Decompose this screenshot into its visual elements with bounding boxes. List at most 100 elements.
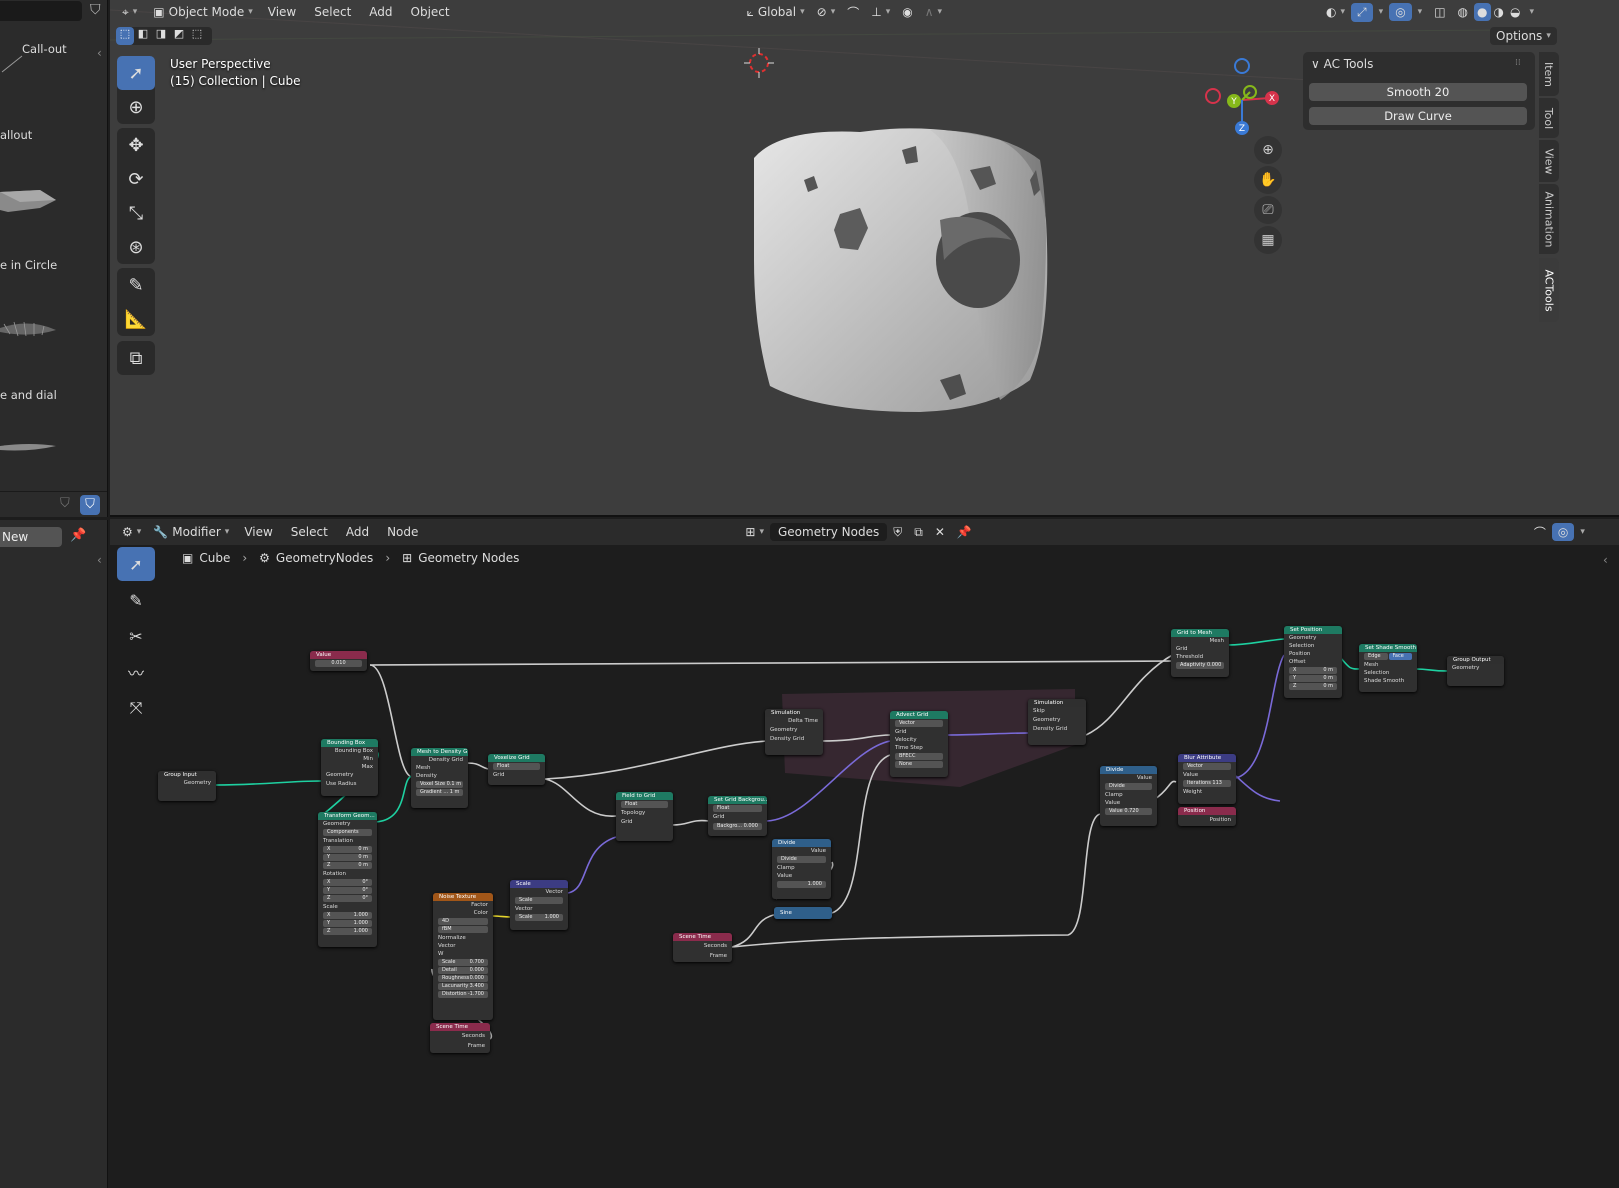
distortion-field[interactable]: Distortion -1.700	[438, 991, 488, 998]
data-type-dropdown[interactable]: Float	[493, 763, 540, 770]
gizmo-toggle[interactable]: ⤢	[1351, 2, 1373, 22]
editor-type-dropdown[interactable]: ⌖ ▾	[116, 3, 143, 22]
node-divide[interactable]: Divide Value Divide Clamp Value 1.000	[772, 839, 831, 899]
node-voxelize-grid[interactable]: Voxelize Grid Float Grid	[488, 754, 545, 785]
overlay-dropdown[interactable]: ▾	[1412, 5, 1429, 19]
node-transform-geometry[interactable]: Transform Geom... Geometry Components Tr…	[318, 812, 377, 947]
drag-handle-icon[interactable]: ⁞⁞	[1515, 58, 1521, 68]
node-mesh-to-density-grid[interactable]: Mesh to Density G... Density Grid Mesh D…	[411, 748, 468, 808]
scale-z-field[interactable]: Z 1.000	[323, 928, 372, 935]
node-sine[interactable]: Sine	[774, 907, 832, 919]
node-set-position[interactable]: Set Position Geometry Selection Position…	[1284, 626, 1342, 698]
domain-face-toggle[interactable]: Face	[1388, 653, 1412, 660]
components-dropdown[interactable]: Components	[323, 829, 372, 836]
rotation-z-field[interactable]: Z 0°	[323, 895, 372, 902]
move-tool[interactable]: ✥	[117, 128, 155, 162]
menu-object[interactable]: Object	[402, 5, 459, 19]
menu-view[interactable]: View	[259, 5, 305, 19]
asset-label[interactable]: e in Circle	[0, 258, 57, 272]
solid-shading[interactable]: ●	[1474, 3, 1491, 21]
asset-thumbnail[interactable]	[0, 436, 60, 460]
node-position[interactable]: Position Position	[1178, 807, 1236, 826]
menu-add[interactable]: Add	[360, 5, 401, 19]
operation-dropdown[interactable]: Divide	[777, 856, 826, 863]
rotation-x-field[interactable]: X 0°	[323, 879, 372, 886]
offset-y-field[interactable]: Y0 m	[1289, 675, 1337, 682]
value-field[interactable]: Value 0.720	[1105, 808, 1152, 815]
data-type-dropdown[interactable]: Float	[713, 805, 762, 812]
tab-view[interactable]: View	[1539, 140, 1559, 182]
noise-type-dropdown[interactable]: fBM	[438, 926, 488, 933]
tab-tool[interactable]: Tool	[1539, 98, 1559, 138]
limiter-dropdown[interactable]: None	[895, 761, 943, 768]
wireframe-shading[interactable]: ◍	[1452, 3, 1474, 21]
select-invert-icon[interactable]: ◩	[170, 27, 188, 45]
falloff-dropdown[interactable]: ∧ ▾	[919, 3, 948, 21]
menu-select[interactable]: Select	[305, 5, 360, 19]
transform-orientation-dropdown[interactable]: ⟀ Global ▾	[741, 3, 811, 22]
clamp-checkbox[interactable]: Clamp	[772, 864, 831, 872]
scale-field[interactable]: Scale 0.700	[438, 959, 488, 966]
asset-label[interactable]: allout	[0, 128, 32, 142]
use-radius-checkbox[interactable]: Use Radius	[321, 780, 378, 788]
rotate-tool[interactable]: ⟳	[117, 162, 155, 196]
overlay-toggle[interactable]: ◎	[1389, 3, 1412, 21]
filter-icon[interactable]: ⛉	[60, 496, 78, 514]
offset-z-field[interactable]: Z0 m	[1289, 683, 1337, 690]
node-vector-scale[interactable]: Scale Vector Scale Vector Scale 1.000	[510, 880, 568, 930]
rotation-y-field[interactable]: Y 0°	[323, 887, 372, 894]
lacunarity-field[interactable]: Lacunarity 3.400	[438, 983, 488, 990]
transform-tool[interactable]: ⊛	[117, 230, 155, 264]
annotate-tool[interactable]: ✎	[117, 268, 155, 302]
asset-thumbnail[interactable]	[0, 308, 60, 348]
collapse-arrow-icon[interactable]: ‹	[97, 46, 102, 60]
data-type-dropdown[interactable]: Vector	[895, 720, 943, 727]
tab-actools[interactable]: ACTools	[1539, 258, 1559, 322]
node-group-output[interactable]: Group Output Geometry	[1447, 656, 1504, 686]
smooth-button[interactable]: Smooth 20	[1309, 83, 1527, 101]
3d-viewport[interactable]: ⌖ ▾ ▣ Object Mode ▾ View Select Add Object …	[110, 0, 1619, 517]
data-type-dropdown[interactable]: Float	[621, 801, 668, 808]
node-simulation-output[interactable]: Simulation Skip Geometry Density Grid	[1028, 699, 1086, 745]
value-field[interactable]: 0.010	[315, 660, 362, 667]
measure-tool[interactable]: 📐	[117, 302, 155, 336]
node-scene-time[interactable]: Scene Time Seconds Frame	[430, 1023, 490, 1053]
pan-hand-icon[interactable]: ✋	[1254, 166, 1282, 194]
asset-label[interactable]: e and dial	[0, 388, 57, 402]
node-bounding-box[interactable]: Bounding Box Bounding Box Min Max Geomet…	[321, 739, 378, 796]
proportional-edit-toggle[interactable]: ◉	[896, 3, 918, 21]
select-box-tool[interactable]: ➚	[117, 56, 155, 90]
operation-dropdown[interactable]: Scale	[515, 897, 563, 904]
select-subtract-icon[interactable]: ◨	[152, 27, 170, 45]
voxel-size-field[interactable]: Voxel Size 0.1 m	[416, 781, 463, 788]
material-shading[interactable]: ◑	[1491, 3, 1507, 21]
pivot-dropdown[interactable]: ⊘ ▾	[811, 3, 842, 21]
scale-tool[interactable]: ⤡	[117, 196, 155, 230]
offset-x-field[interactable]: X0 m	[1289, 667, 1337, 674]
gizmo-dropdown[interactable]: ▾	[1373, 5, 1390, 19]
node-set-grid-background[interactable]: Set Grid Backgrou... Float Grid Backgro.…	[708, 796, 767, 836]
node-scene-time[interactable]: Scene Time Seconds Frame	[673, 933, 732, 962]
select-extend-icon[interactable]: ◧	[134, 27, 152, 45]
node-field-to-grid[interactable]: Field to Grid Float Topology Grid	[616, 792, 673, 841]
integration-dropdown[interactable]: BFECC	[895, 753, 943, 760]
select-intersect-icon[interactable]: ⬚	[188, 27, 206, 45]
pin-icon[interactable]: 📌	[70, 528, 86, 543]
shading-dropdown[interactable]: ▾	[1523, 5, 1540, 19]
operation-dropdown[interactable]: Divide	[1105, 783, 1152, 790]
iterations-field[interactable]: Iterations 113	[1183, 780, 1231, 787]
normalize-checkbox[interactable]: Normalize	[433, 934, 493, 942]
camera-view-icon[interactable]: ⎚	[1254, 196, 1282, 224]
shade-smooth-checkbox[interactable]: Shade Smooth	[1359, 677, 1417, 685]
clamp-checkbox[interactable]: Clamp	[1100, 791, 1157, 799]
new-button[interactable]: New	[0, 527, 62, 547]
translation-z-field[interactable]: Z0 m	[323, 862, 372, 869]
mode-dropdown[interactable]: ▣ Object Mode ▾	[147, 3, 258, 21]
zoom-icon[interactable]: ⊕	[1254, 136, 1282, 164]
ac-tools-title[interactable]: ∨ AC Tools	[1311, 57, 1373, 71]
filter-icon[interactable]: ⛉	[90, 2, 101, 18]
data-type-dropdown[interactable]: Vector	[1183, 763, 1231, 770]
xray-toggle[interactable]: ◫	[1428, 3, 1451, 21]
scale-field[interactable]: Scale 1.000	[515, 914, 563, 921]
translation-x-field[interactable]: X0 m	[323, 846, 372, 853]
